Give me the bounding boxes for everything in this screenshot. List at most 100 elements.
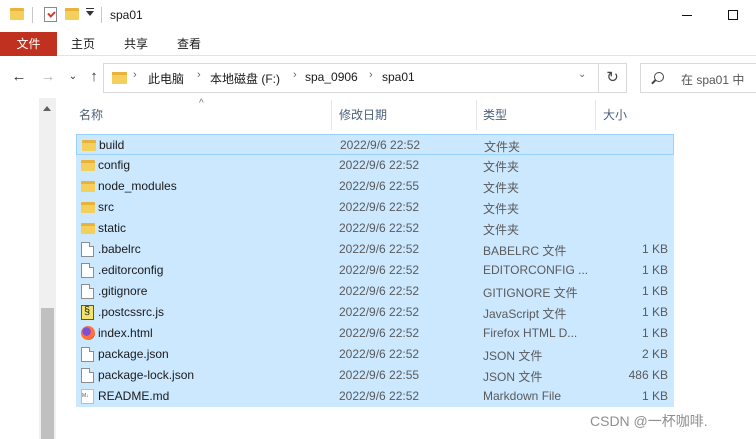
file-type: Firefox HTML D... [483,326,578,340]
file-name: static [98,221,127,235]
file-row[interactable]: .gitignore 2022/9/6 22:52 GITIGNORE 文件 1… [76,281,674,302]
file-size: 1 KB [641,242,668,256]
file-row[interactable]: .editorconfig 2022/9/6 22:52 EDITORCONFI… [76,260,674,281]
file-size: 1 KB [641,389,668,403]
file-type: 文件夹 [483,160,520,174]
folder-icon [81,160,95,171]
file-name: index.html [98,326,153,340]
file-size: 1 KB [641,263,668,277]
folder-icon [81,181,95,192]
folder-icon [10,8,24,20]
column-header-date[interactable]: 修改日期 [339,106,387,126]
navigation-pane [0,98,60,439]
maximize-icon [728,10,738,20]
new-folder-icon[interactable] [65,8,79,20]
tab-home[interactable]: 主页 [58,32,108,56]
file-date: 2022/9/6 22:52 [339,221,420,235]
recent-locations-chevron-icon[interactable]: ⌄ [64,68,82,86]
up-arrow-icon[interactable]: ↑ [85,68,103,86]
sort-ascending-icon: ^ [199,98,204,109]
file-name: .gitignore [98,284,148,298]
file-row[interactable]: node_modules 2022/9/6 22:55 文件夹 [76,176,674,197]
column-header-name[interactable]: 名称 [79,106,103,126]
scroll-up-arrow-icon[interactable] [43,106,51,111]
file-row[interactable]: .postcssrc.js 2022/9/6 22:52 JavaScript … [76,302,674,323]
file-row[interactable]: .babelrc 2022/9/6 22:52 BABELRC 文件 1 KB [76,239,674,260]
file-size: 1 KB [641,305,668,319]
folder-icon [81,223,95,234]
file-date: 2022/9/6 22:52 [339,263,420,277]
minimize-button[interactable] [664,0,710,32]
file-date: 2022/9/6 22:52 [339,158,420,172]
column-divider[interactable] [595,100,596,130]
column-divider[interactable] [331,100,332,130]
file-row[interactable]: config 2022/9/6 22:52 文件夹 [76,155,674,176]
address-bar[interactable]: › 此电脑 › 本地磁盘 (F:) › spa_0906 › spa01 ⌄ [103,63,599,93]
breadcrumb-separator-icon[interactable]: › [293,69,297,81]
file-row[interactable]: README.md 2022/9/6 22:52 Markdown File 1… [76,386,674,407]
navigation-pane-scrollbar[interactable] [39,98,56,439]
toolbar-separator [101,7,102,23]
maximize-button[interactable] [710,0,756,32]
file-name: README.md [98,389,170,403]
file-name: node_modules [98,179,177,193]
watermark: CSDN @一杯咖啡. [590,413,708,429]
file-date: 2022/9/6 22:55 [339,179,420,193]
file-list-header: ^ 名称 修改日期 类型 大小 [76,98,676,132]
column-divider[interactable] [476,100,477,130]
forward-arrow-icon[interactable]: → [39,68,57,86]
breadcrumb-separator-icon[interactable]: › [133,69,137,81]
file-type: 文件夹 [483,223,520,237]
customize-toolbar-chevron-icon[interactable] [86,8,94,16]
tab-view[interactable]: 查看 [164,32,214,56]
file-type: JSON 文件 [483,370,543,384]
folder-icon [82,140,96,151]
address-history-chevron-icon[interactable]: ⌄ [578,69,586,80]
file-type: 文件夹 [483,181,520,195]
file-row[interactable]: package-lock.json 2022/9/6 22:55 JSON 文件… [76,365,674,386]
properties-icon[interactable] [44,7,57,22]
tab-share[interactable]: 共享 [111,32,161,56]
file-type: 文件夹 [484,140,521,154]
file-date: 2022/9/6 22:55 [339,368,420,382]
search-icon [654,72,664,82]
file-name: package.json [98,347,169,361]
search-placeholder: 在 spa01 中 [681,73,745,87]
refresh-button[interactable]: ↻ [598,63,627,93]
file-icon [81,242,94,257]
search-box[interactable]: 在 spa01 中 [640,63,756,93]
ribbon-tabs: 文件 主页 共享 查看 [0,32,756,56]
file-name: config [98,158,131,172]
file-row[interactable]: package.json 2022/9/6 22:52 JSON 文件 2 KB [76,344,674,365]
file-date: 2022/9/6 22:52 [339,389,420,403]
breadcrumb-separator-icon[interactable]: › [369,69,373,81]
breadcrumb-separator-icon[interactable]: › [197,69,201,81]
breadcrumb-spa01[interactable]: spa01 [382,70,415,84]
firefox-html-icon [81,326,95,340]
file-date: 2022/9/6 22:52 [339,305,420,319]
file-type: JSON 文件 [483,349,543,363]
breadcrumb-this-pc[interactable]: 此电脑 [148,70,184,87]
file-name: .babelrc [98,242,141,256]
file-date: 2022/9/6 22:52 [339,242,420,256]
file-type: GITIGNORE 文件 [483,286,578,300]
file-size: 2 KB [641,347,668,361]
file-row[interactable]: static 2022/9/6 22:52 文件夹 [76,218,674,239]
minimize-icon [682,15,692,16]
column-header-size[interactable]: 大小 [603,106,627,126]
back-arrow-icon[interactable]: ← [10,68,28,86]
file-row[interactable]: build 2022/9/6 22:52 文件夹 [76,134,674,155]
file-name: build [99,138,125,152]
file-date: 2022/9/6 22:52 [339,326,420,340]
javascript-file-icon [81,305,94,320]
file-size: 486 KB [628,368,668,382]
file-list: build 2022/9/6 22:52 文件夹 config 2022/9/6… [76,134,674,407]
breadcrumb-local-disk[interactable]: 本地磁盘 (F:) [210,70,280,87]
file-row[interactable]: index.html 2022/9/6 22:52 Firefox HTML D… [76,323,674,344]
file-row[interactable]: src 2022/9/6 22:52 文件夹 [76,197,674,218]
tab-file[interactable]: 文件 [0,32,57,56]
navigation-bar: ← → ⌄ ↑ › 此电脑 › 本地磁盘 (F:) › spa_0906 › s… [0,56,756,98]
column-header-type[interactable]: 类型 [483,106,507,126]
scrollbar-thumb[interactable] [41,308,54,439]
breadcrumb-spa-0906[interactable]: spa_0906 [305,70,358,84]
